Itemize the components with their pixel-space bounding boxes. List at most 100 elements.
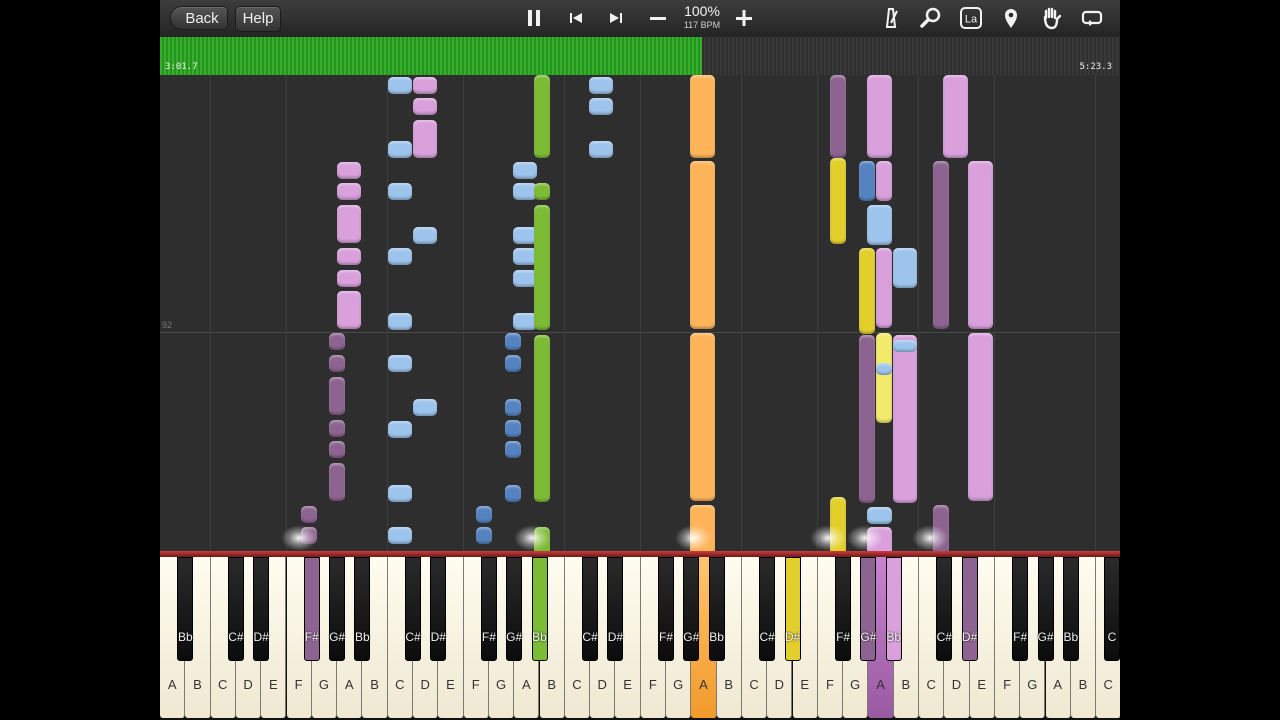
note-bar xyxy=(505,399,521,416)
black-key[interactable]: C# xyxy=(582,557,599,661)
key-label: F xyxy=(648,677,657,692)
note-bar xyxy=(505,333,521,350)
note-bar xyxy=(337,270,361,287)
plus-icon[interactable] xyxy=(729,4,759,32)
note-bar xyxy=(690,75,715,158)
black-key[interactable]: C xyxy=(1104,557,1120,661)
grid-line xyxy=(286,75,287,551)
key-label: B xyxy=(547,677,556,692)
key-label: D xyxy=(420,677,430,692)
note-bar xyxy=(329,333,345,350)
note-bar xyxy=(876,363,892,375)
grid-line xyxy=(1095,75,1096,551)
black-key[interactable]: Bb xyxy=(177,557,194,661)
black-key[interactable]: D# xyxy=(784,557,801,661)
magnifier-icon[interactable] xyxy=(916,4,946,32)
black-key[interactable]: G# xyxy=(1037,557,1054,661)
note-bar xyxy=(513,162,537,179)
black-key[interactable]: D# xyxy=(253,557,270,661)
key-label: C# xyxy=(228,630,244,644)
black-key[interactable]: Bb xyxy=(708,557,725,661)
black-key[interactable]: C# xyxy=(936,557,953,661)
note-bar xyxy=(876,333,892,423)
key-label: A xyxy=(876,677,885,692)
key-label: B xyxy=(370,677,379,692)
black-key[interactable]: Bb xyxy=(531,557,548,661)
key-label: F# xyxy=(481,630,496,644)
grid-line xyxy=(463,75,464,551)
black-key[interactable]: G# xyxy=(860,557,877,661)
black-key[interactable]: C# xyxy=(759,557,776,661)
note-bar xyxy=(505,485,521,502)
note-roll[interactable]: 92 xyxy=(160,75,1120,551)
back-button[interactable]: Back xyxy=(170,6,228,30)
key-label: F xyxy=(825,677,834,692)
black-key[interactable]: F# xyxy=(480,557,497,661)
key-label: Bb xyxy=(709,630,724,644)
note-bar xyxy=(388,77,412,94)
black-key[interactable]: G# xyxy=(329,557,346,661)
key-label: A xyxy=(699,677,708,692)
key-label: G xyxy=(318,677,329,692)
black-key[interactable]: D# xyxy=(961,557,978,661)
pause-icon[interactable] xyxy=(519,4,549,32)
black-key[interactable]: F# xyxy=(303,557,320,661)
note-bar xyxy=(413,98,437,115)
note-bar xyxy=(413,120,437,158)
note-bar xyxy=(830,158,846,244)
key-label: G# xyxy=(683,630,700,644)
note-bar xyxy=(589,77,613,94)
key-label: C# xyxy=(936,630,952,644)
note-bar xyxy=(329,420,345,437)
key-label: G xyxy=(1027,677,1038,692)
skip-forward-icon[interactable] xyxy=(601,4,631,32)
black-key[interactable]: F# xyxy=(658,557,674,661)
note-bar xyxy=(337,248,361,265)
black-key[interactable]: Bb xyxy=(354,557,371,661)
key-label: G# xyxy=(1037,630,1054,644)
key-label: C xyxy=(749,677,759,692)
black-key[interactable]: G# xyxy=(506,557,523,661)
note-bar xyxy=(301,506,317,523)
key-label: D# xyxy=(784,630,801,644)
metronome-icon[interactable] xyxy=(876,4,906,32)
tempo-readout: 117 BPM xyxy=(683,20,721,30)
grid-line xyxy=(741,75,742,551)
note-bar xyxy=(830,75,846,158)
note-bar xyxy=(933,161,949,329)
black-key[interactable]: F# xyxy=(1012,557,1029,661)
black-key[interactable]: C# xyxy=(405,557,421,661)
black-key[interactable]: D# xyxy=(607,557,624,661)
note-bar xyxy=(859,248,875,334)
hand-icon[interactable] xyxy=(1036,4,1066,32)
key-label: G# xyxy=(329,630,346,644)
location-pin-icon[interactable] xyxy=(996,4,1026,32)
note-bar xyxy=(388,141,412,158)
note-bar xyxy=(337,291,361,329)
key-label: Bb xyxy=(355,630,370,644)
key-label: G# xyxy=(860,630,877,644)
note-bar xyxy=(893,335,917,503)
black-key[interactable]: D# xyxy=(430,557,447,661)
note-bar xyxy=(337,162,361,179)
piano-keyboard[interactable]: A B C D E F G A B C D E F G A B C D E F G A B C D E F G A B C D E F G A B C Bb… xyxy=(160,557,1120,720)
black-key[interactable]: F# xyxy=(835,557,852,661)
black-key[interactable]: C# xyxy=(227,557,244,661)
skip-back-icon[interactable] xyxy=(561,4,591,32)
note-bar xyxy=(505,420,521,437)
black-key[interactable]: Bb xyxy=(885,557,902,661)
loop-icon[interactable] xyxy=(1077,4,1107,32)
note-label-icon[interactable]: La xyxy=(956,4,986,32)
note-bar xyxy=(329,441,345,458)
help-button[interactable]: Help xyxy=(235,6,281,32)
black-key[interactable]: Bb xyxy=(1062,557,1079,661)
progress-bar[interactable] xyxy=(160,37,1120,75)
grid-line xyxy=(564,75,565,551)
key-label: F# xyxy=(836,630,851,644)
note-bar xyxy=(476,527,492,544)
grid-line xyxy=(918,75,919,551)
key-label: B xyxy=(901,677,911,692)
key-label: C# xyxy=(759,630,775,644)
black-key[interactable]: G# xyxy=(683,557,700,661)
minus-icon[interactable] xyxy=(643,4,673,32)
